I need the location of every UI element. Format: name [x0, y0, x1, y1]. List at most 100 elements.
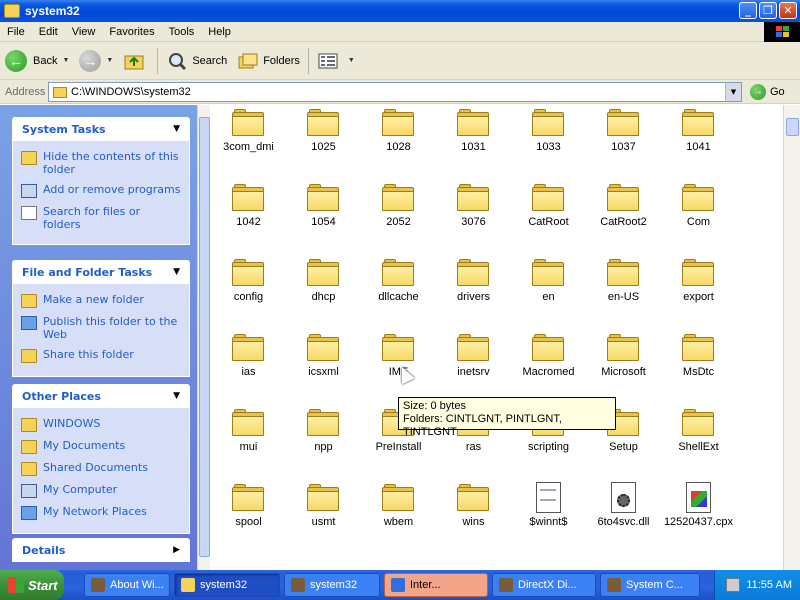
folder-item[interactable]: CatRoot	[511, 180, 586, 255]
clock[interactable]: 11:55 AM	[746, 579, 792, 591]
place-my-computer[interactable]: My Computer	[21, 483, 181, 498]
place-my-network[interactable]: My Network Places	[21, 505, 181, 520]
folder-item[interactable]: 1031	[436, 105, 511, 180]
close-button[interactable]: ✕	[779, 2, 797, 19]
go-button[interactable]: → Go	[750, 82, 785, 102]
folder-item[interactable]: 1041	[661, 105, 736, 180]
menu-file[interactable]: File	[0, 26, 32, 38]
task-publish-web[interactable]: Publish this folder to the Web	[21, 315, 181, 341]
task-label: Share this folder	[43, 348, 134, 361]
folder-item[interactable]: 1037	[586, 105, 661, 180]
chevron-down-icon[interactable]: ▼	[62, 57, 69, 64]
task-add-remove-programs[interactable]: Add or remove programs	[21, 183, 181, 198]
toolbar: ← Back ▼ → ▼ Search Folders ▼	[0, 42, 800, 80]
folder-item[interactable]: inetsrv	[436, 330, 511, 405]
file-item[interactable]: 12520437.cpx	[661, 480, 736, 555]
folder-item[interactable]: dhcp	[286, 255, 361, 330]
maximize-button[interactable]: ❐	[759, 2, 777, 19]
collapse-icon[interactable]: ▼	[173, 124, 180, 134]
folders-button[interactable]: Folders	[232, 46, 305, 76]
folder-item[interactable]: 1054	[286, 180, 361, 255]
item-label: 1054	[311, 216, 336, 228]
taskbar-button[interactable]: Inter...	[384, 573, 488, 597]
expand-icon[interactable]: ▶	[173, 545, 180, 555]
start-label: Start	[28, 577, 58, 593]
content-scrollbar[interactable]	[783, 105, 800, 570]
folder-item[interactable]: 1025	[286, 105, 361, 180]
menu-help[interactable]: Help	[201, 26, 238, 38]
chevron-down-icon[interactable]: ▼	[106, 57, 113, 64]
folder-item[interactable]: mui	[211, 405, 286, 480]
folder-item[interactable]: 1042	[211, 180, 286, 255]
menu-edit[interactable]: Edit	[32, 26, 65, 38]
folder-item[interactable]: drivers	[436, 255, 511, 330]
scrollbar-thumb[interactable]	[786, 118, 799, 136]
place-shared-documents[interactable]: Shared Documents	[21, 461, 181, 476]
up-button[interactable]	[118, 46, 154, 76]
menu-tools[interactable]: Tools	[162, 26, 202, 38]
folder-item[interactable]: 3com_dmi	[211, 105, 286, 180]
file-item[interactable]: $winnt$	[511, 480, 586, 555]
search-button[interactable]: Search	[161, 46, 232, 76]
folder-item[interactable]: npp	[286, 405, 361, 480]
item-label: MsDtc	[682, 366, 715, 378]
menu-favorites[interactable]: Favorites	[102, 26, 161, 38]
minimize-button[interactable]: _	[739, 2, 757, 19]
folder-item[interactable]: 1033	[511, 105, 586, 180]
folder-item[interactable]: MsDtc	[661, 330, 736, 405]
forward-button[interactable]: → ▼	[74, 46, 118, 76]
folder-item[interactable]: ias	[211, 330, 286, 405]
taskbar-button[interactable]: system32	[174, 573, 280, 597]
views-button[interactable]: ▼	[312, 46, 360, 76]
folder-item[interactable]: dllcache	[361, 255, 436, 330]
folder-item[interactable]: Microsoft	[586, 330, 661, 405]
task-share-folder[interactable]: Share this folder	[21, 348, 181, 363]
file-item[interactable]: 6to4svc.dll	[586, 480, 661, 555]
system-tasks-header[interactable]: System Tasks ▼	[12, 117, 190, 141]
folder-item[interactable]: 3076	[436, 180, 511, 255]
start-button[interactable]: Start	[0, 570, 64, 600]
folder-item[interactable]: CatRoot2	[586, 180, 661, 255]
folder-item[interactable]: export	[661, 255, 736, 330]
back-button[interactable]: ← Back ▼	[0, 46, 74, 76]
task-hide-contents[interactable]: Hide the contents of this folder	[21, 150, 181, 176]
shared-folder-icon	[21, 462, 37, 476]
folder-item[interactable]: icsxml	[286, 330, 361, 405]
folder-item[interactable]: Macromed	[511, 330, 586, 405]
place-my-documents[interactable]: My Documents	[21, 439, 181, 454]
search-icon	[21, 206, 37, 220]
menu-view[interactable]: View	[65, 26, 103, 38]
task-search-files[interactable]: Search for files or folders	[21, 205, 181, 231]
details-header[interactable]: Details ▶	[12, 538, 190, 562]
folder-item[interactable]: wins	[436, 480, 511, 555]
folder-item[interactable]: config	[211, 255, 286, 330]
taskbar-button[interactable]: System C...	[600, 573, 700, 597]
chevron-down-icon[interactable]: ▼	[725, 83, 741, 101]
folder-item[interactable]: ShellExt	[661, 405, 736, 480]
taskbar-button[interactable]: system32	[284, 573, 380, 597]
window-controls: _ ❐ ✕	[739, 2, 797, 19]
folder-item[interactable]: spool	[211, 480, 286, 555]
taskbar-button[interactable]: About Wi...	[84, 573, 170, 597]
folder-item[interactable]: 1028	[361, 105, 436, 180]
collapse-icon[interactable]: ▼	[173, 267, 180, 277]
folder-item[interactable]: en-US	[586, 255, 661, 330]
file-list-view[interactable]: 3com_dmi 1025 1028 1031 1033 1037 1041 1042 1054…	[211, 105, 783, 570]
folder-item[interactable]: en	[511, 255, 586, 330]
folder-item[interactable]: 2052	[361, 180, 436, 255]
tray-icon[interactable]	[726, 578, 741, 592]
other-places-header[interactable]: Other Places ▼	[12, 384, 190, 408]
folder-item[interactable]: Com	[661, 180, 736, 255]
task-pane-scrollbar[interactable]	[197, 105, 210, 570]
file-folder-tasks-header[interactable]: File and Folder Tasks ▼	[12, 260, 190, 284]
collapse-icon[interactable]: ▼	[173, 391, 180, 401]
folder-item[interactable]: usmt	[286, 480, 361, 555]
taskbar-button[interactable]: DirectX Di...	[492, 573, 596, 597]
place-windows[interactable]: WINDOWS	[21, 417, 181, 432]
folder-item[interactable]: wbem	[361, 480, 436, 555]
title-bar[interactable]: system32 _ ❐ ✕	[0, 0, 800, 22]
address-input[interactable]: C:\WINDOWS\system32 ▼	[48, 82, 742, 102]
task-new-folder[interactable]: Make a new folder	[21, 293, 181, 308]
taskbar: Start About Wi... system32 system32 Inter..…	[0, 570, 800, 600]
scrollbar-thumb[interactable]	[199, 117, 210, 557]
